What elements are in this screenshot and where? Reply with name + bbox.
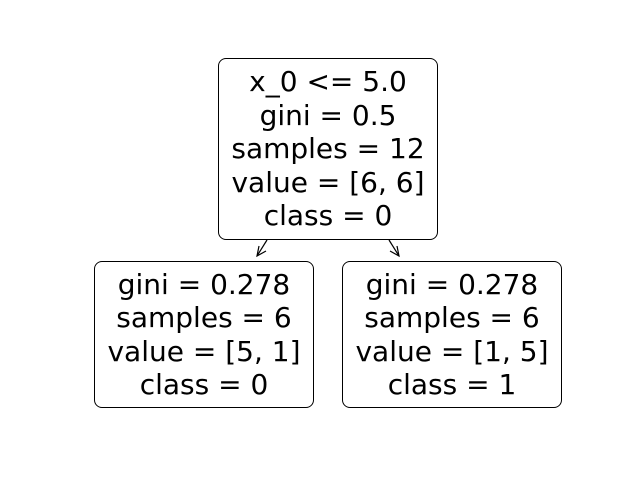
right-class: class = 1 [387,368,517,401]
root-class: class = 0 [263,199,393,233]
root-gini: gini = 0.5 [259,98,397,132]
root-node: x_0 <= 5.0 gini = 0.5 samples = 12 value… [218,58,438,240]
decision-tree-diagram: x_0 <= 5.0 gini = 0.5 samples = 12 value… [0,0,640,480]
left-gini: gini = 0.278 [117,267,291,301]
root-split-condition: x_0 <= 5.0 [249,65,407,99]
left-samples: samples = 6 [116,301,292,334]
right-samples: samples = 6 [364,301,540,334]
left-class: class = 0 [139,368,269,401]
left-value: value = [5, 1] [107,334,301,368]
right-value: value = [1, 5] [355,334,549,368]
right-gini: gini = 0.278 [365,267,539,301]
right-leaf-node: gini = 0.278 samples = 6 value = [1, 5] … [342,261,562,408]
left-leaf-node: gini = 0.278 samples = 6 value = [5, 1] … [94,261,314,408]
root-samples: samples = 12 [231,132,425,166]
root-value: value = [6, 6] [231,165,425,199]
